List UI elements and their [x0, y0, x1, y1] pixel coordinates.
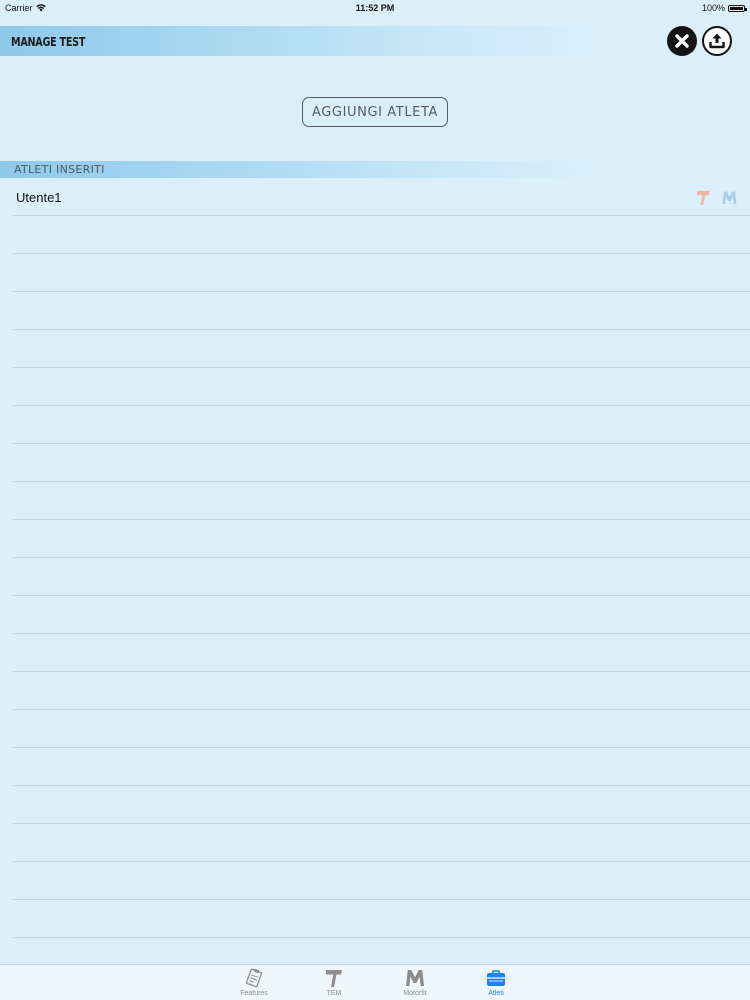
tab-motorfit-label: Motorfit	[403, 990, 427, 997]
list-item	[0, 900, 750, 938]
list-item	[0, 938, 750, 964]
add-athlete-button[interactable]: AGGIUNGI ATLETA	[302, 97, 448, 127]
list-item	[0, 596, 750, 634]
close-button[interactable]	[667, 26, 697, 56]
clock: 11:52 PM	[355, 3, 395, 13]
battery-percent: 100%	[701, 3, 725, 13]
tem-icon[interactable]	[695, 189, 712, 206]
tab-atleti[interactable]: Atleti	[466, 967, 526, 999]
header-bar: MANAGE TEST	[0, 26, 600, 56]
tab-tem[interactable]: TEM	[304, 967, 364, 999]
section-title: ATLETI INSERITI	[14, 163, 105, 176]
tab-atleti-label: Atleti	[488, 990, 504, 997]
tem-icon	[326, 970, 342, 987]
list-item	[0, 862, 750, 900]
upload-icon	[709, 33, 725, 49]
upload-button[interactable]	[702, 26, 732, 56]
battery-icon	[728, 4, 747, 12]
list-item	[0, 368, 750, 406]
close-icon	[675, 34, 689, 48]
list-item	[0, 406, 750, 444]
list-item	[0, 672, 750, 710]
tab-features[interactable]: Features	[224, 967, 284, 999]
section-header: ATLETI INSERITI	[0, 161, 600, 178]
tab-bar: Features TEM Motorfit Atleti	[0, 964, 750, 1000]
status-bar: Carrier 11:52 PM 100%	[0, 0, 750, 18]
list-item	[0, 748, 750, 786]
list-item	[0, 216, 750, 254]
battery-indicator: 100%	[701, 3, 747, 13]
list-item	[0, 444, 750, 482]
list-item	[0, 254, 750, 292]
list-item	[0, 558, 750, 596]
list-item	[0, 634, 750, 672]
tab-features-label: Features	[240, 990, 268, 997]
list-item	[0, 520, 750, 558]
clipboard-icon	[245, 968, 263, 988]
list-item	[0, 786, 750, 824]
tab-tem-label: TEM	[326, 990, 342, 997]
motorfit-icon[interactable]	[721, 189, 738, 206]
list-item	[0, 482, 750, 520]
list-item	[0, 824, 750, 862]
briefcase-icon	[487, 970, 505, 986]
list-item[interactable]: Utente1	[0, 178, 750, 216]
athletes-list: Utente1	[0, 178, 750, 964]
list-item	[0, 292, 750, 330]
motorfit-icon	[406, 970, 424, 986]
athlete-name: Utente1	[16, 190, 62, 205]
list-item	[0, 710, 750, 748]
list-item	[0, 330, 750, 368]
page-title: MANAGE TEST	[11, 35, 86, 49]
tab-motorfit[interactable]: Motorfit	[385, 967, 445, 999]
